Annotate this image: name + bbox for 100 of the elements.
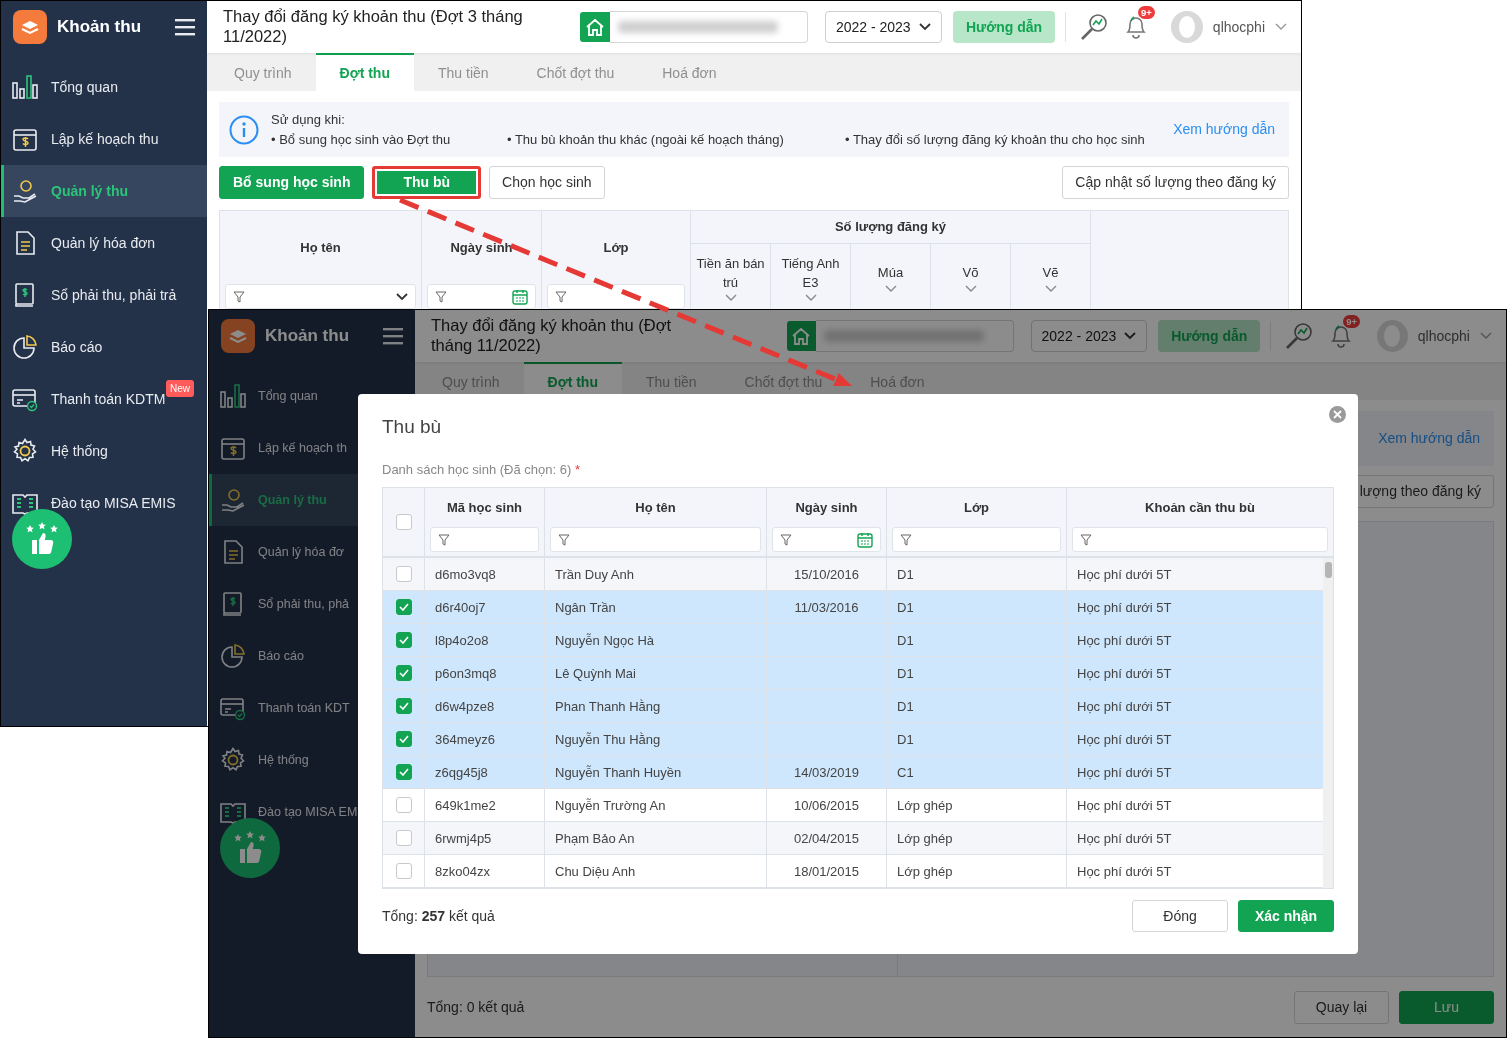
tab[interactable]: Đợt thu (315, 53, 414, 91)
table-cell-text: Học phí dưới 5T (1077, 829, 1172, 848)
gear-icon (220, 747, 246, 773)
year-select[interactable]: 2022 - 2023 (1030, 320, 1148, 352)
button[interactable]: Đóng (1132, 900, 1228, 933)
sidebar-item[interactable]: Báo cáo (1, 321, 207, 373)
filter-field[interactable] (892, 527, 1061, 553)
checkbox[interactable] (395, 698, 412, 715)
sidebar-item[interactable]: Hệ thống (209, 734, 415, 786)
calendar-icon[interactable] (857, 531, 873, 548)
rating-button[interactable] (220, 818, 280, 878)
info-bullet: • Thay đổi số lượng đăng ký khoản thu cho học sinh (845, 130, 1145, 149)
button[interactable]: Chọn học sinh (489, 166, 605, 199)
filter-field[interactable] (225, 284, 416, 309)
button[interactable]: Quay lại (1294, 990, 1389, 1024)
table-cell-text: d6r40oj7 (435, 598, 486, 617)
rating-button[interactable] (12, 509, 72, 569)
magnifier-icon[interactable] (1080, 13, 1109, 41)
table-cell-text: Lê Quỳnh Mai (555, 664, 636, 683)
username: qlhocphi (1417, 326, 1470, 346)
filter-field[interactable] (550, 527, 761, 553)
notification-badge: 9+ (1138, 6, 1155, 20)
sidebar-item[interactable]: Thanh toán KDTM New (1, 373, 207, 425)
sidebar-item[interactable]: Hệ thống (1, 425, 207, 477)
table-cell-text: Học phí dưới 5T (1077, 631, 1172, 650)
table-cell-text: D1 (897, 565, 914, 584)
table-cell-text: Học phí dưới 5T (1077, 664, 1172, 683)
table-cell-text: D1 (897, 631, 914, 650)
hand-coin-icon (220, 487, 246, 513)
checkbox[interactable] (395, 830, 412, 847)
checkbox[interactable] (395, 632, 412, 649)
guide-link[interactable]: Xem hướng dẫn (1378, 428, 1480, 449)
username: qlhocphi (1212, 17, 1265, 37)
caret-icon[interactable] (884, 284, 897, 293)
tab[interactable]: Chốt đợt thu (512, 53, 639, 91)
home-icon (791, 326, 812, 346)
table-cell-text: C1 (897, 763, 914, 782)
guide-button[interactable]: Hướng dẫn (953, 11, 1056, 43)
caret-icon[interactable] (1479, 332, 1492, 340)
calendar-icon (220, 435, 246, 461)
home-button[interactable] (786, 321, 816, 351)
menu-icon[interactable] (175, 18, 195, 36)
column-header: Ngày sinh (795, 499, 858, 518)
sidebar-item[interactable]: Quản lý hóa đơn (1, 217, 207, 269)
filter-field[interactable] (547, 284, 685, 309)
caret-icon (396, 292, 408, 301)
table-cell-text: 649k1me2 (435, 796, 496, 815)
checkbox[interactable] (395, 863, 412, 880)
button[interactable]: Xác nhận (1238, 900, 1334, 933)
checkbox[interactable] (395, 566, 412, 583)
calendar-icon[interactable] (512, 288, 528, 305)
menu-icon[interactable] (383, 327, 403, 345)
sidebar-item[interactable]: Tổng quan (1, 61, 207, 113)
caret-icon[interactable] (724, 293, 737, 302)
school-field[interactable] (609, 11, 808, 43)
button[interactable]: Cập nhật số lượng theo đăng ký (1062, 166, 1289, 199)
sidebar-item[interactable]: Sổ phải thu, phải trả (1, 269, 207, 321)
column-header: Họ tên (300, 238, 341, 257)
caret-icon (919, 23, 931, 31)
table-cell-text: Học phí dưới 5T (1077, 697, 1172, 716)
sidebar-item[interactable]: Đào tạo MISA EMIS (1, 477, 207, 529)
table-cell-text: p6on3mq8 (435, 664, 497, 683)
table-cell-text: Học phí dưới 5T (1077, 730, 1172, 749)
new-badge: New (166, 380, 194, 397)
button[interactable]: Lưu (1399, 990, 1494, 1024)
year-select[interactable]: 2022 - 2023 (824, 11, 942, 43)
checkbox[interactable] (395, 797, 412, 814)
scrollbar[interactable] (1323, 558, 1333, 889)
checkbox[interactable] (395, 599, 412, 616)
table-cell-text: 6rwmj4p5 (435, 829, 492, 848)
filter-field[interactable] (430, 527, 539, 553)
caret-icon[interactable] (1275, 23, 1287, 31)
magnifier-icon[interactable] (1285, 322, 1314, 350)
filter-field[interactable] (427, 284, 536, 309)
tab[interactable]: Thu tiền (414, 53, 513, 91)
column-header: Tiền ăn bán trú (696, 255, 765, 292)
tab[interactable]: Hoá đơn (638, 53, 741, 91)
checkbox[interactable] (395, 731, 412, 748)
school-field[interactable] (815, 320, 1014, 352)
checkbox[interactable] (395, 764, 412, 781)
table-cell-text: 10/06/2015 (793, 796, 860, 815)
checkbox[interactable] (395, 514, 412, 531)
checkbox[interactable] (395, 665, 412, 682)
table-cell-text: 02/04/2015 (793, 829, 860, 848)
button[interactable]: Bổ sung học sinh (219, 166, 365, 199)
caret-icon[interactable] (1044, 284, 1057, 293)
tab[interactable]: Quy trình (210, 53, 316, 91)
home-button[interactable] (580, 12, 610, 42)
close-button[interactable] (1329, 406, 1346, 423)
button[interactable]: Thu bù (372, 166, 482, 199)
filter-field[interactable] (772, 527, 881, 553)
sidebar-item[interactable]: Lập kế hoạch thu (1, 113, 207, 165)
filter-field[interactable] (1072, 527, 1328, 553)
guide-link[interactable]: Xem hướng dẫn (1173, 119, 1275, 140)
table-cell-text: Nguyễn Thanh Huyền (555, 763, 682, 782)
sidebar-item[interactable]: Quản lý thu (1, 165, 207, 217)
caret-icon[interactable] (964, 284, 977, 293)
sidebar-item[interactable]: Đào tạo MISA EM (209, 786, 415, 838)
required-mark: * (574, 461, 580, 477)
caret-icon[interactable] (804, 293, 817, 302)
